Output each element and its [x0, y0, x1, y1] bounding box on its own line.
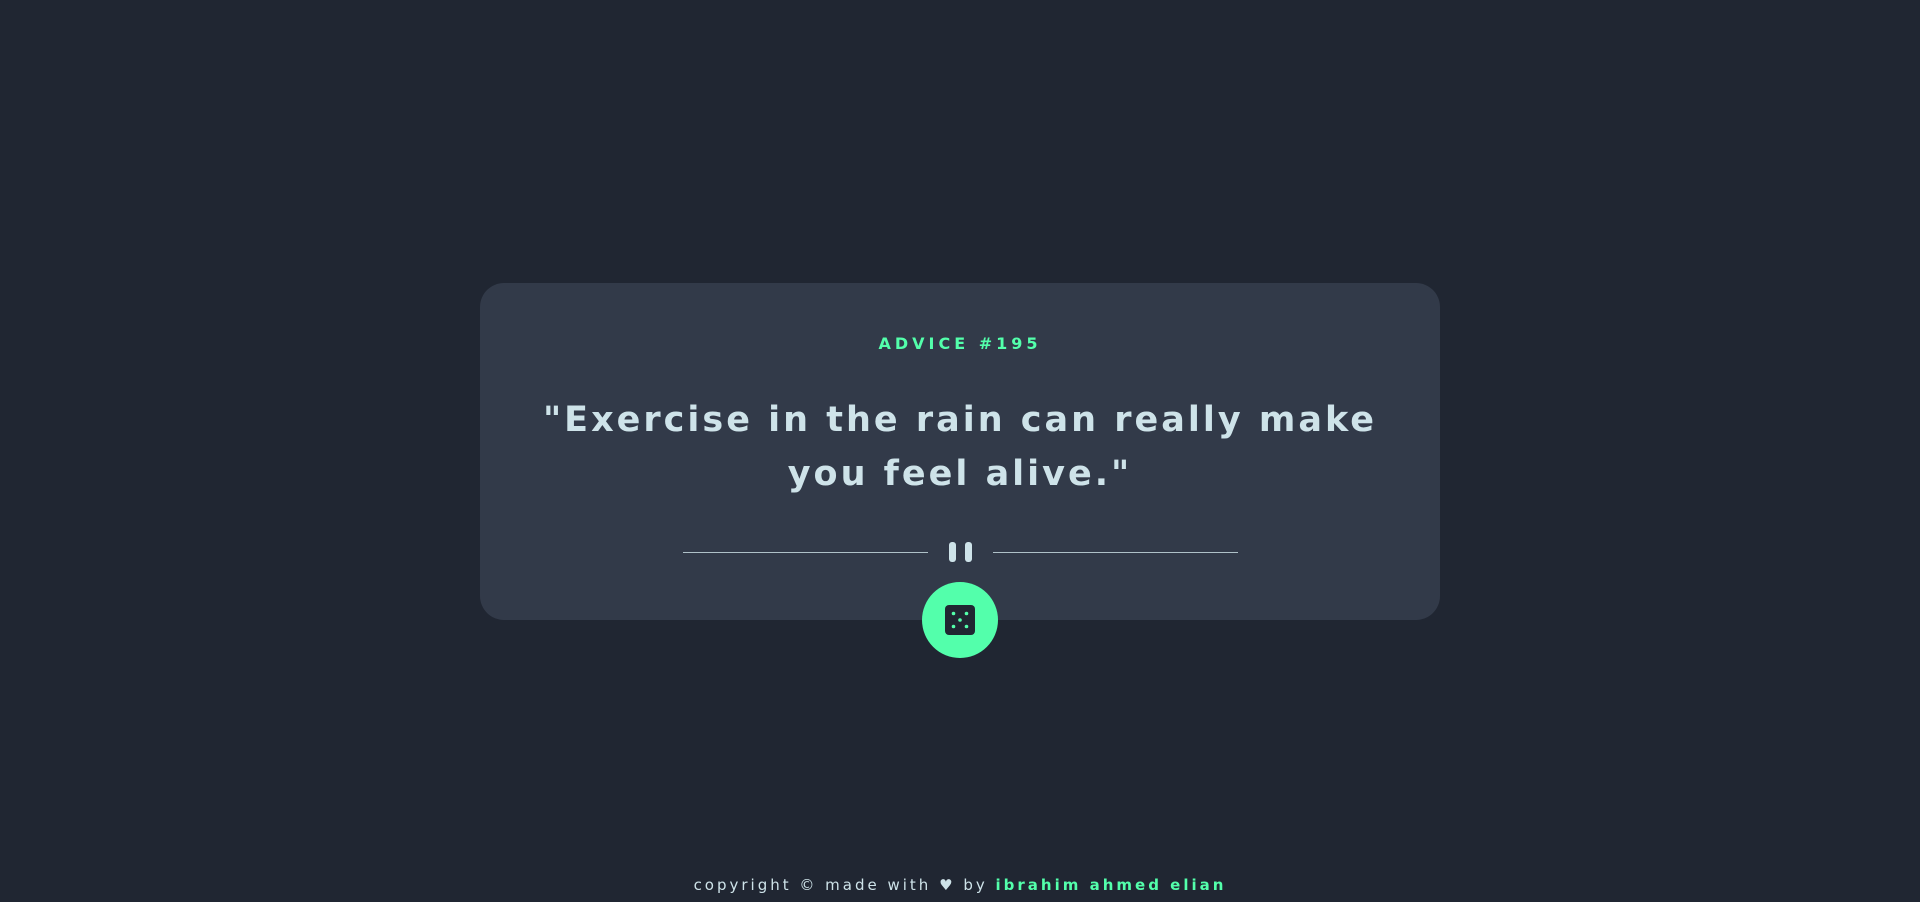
divider-line-right — [993, 552, 1238, 553]
footer-by: by — [963, 876, 988, 894]
footer: copyright © made with ♥ by ibrahim ahmed… — [0, 876, 1920, 894]
heart-icon: ♥ — [939, 876, 956, 894]
dice-icon — [945, 605, 975, 635]
divider-line-left — [683, 552, 928, 553]
page: ADVICE #195 "Exercise in the rain can re… — [0, 0, 1920, 902]
divider — [683, 540, 1238, 564]
author-link[interactable]: ibrahim ahmed elian — [996, 876, 1227, 894]
advice-card: ADVICE #195 "Exercise in the rain can re… — [480, 283, 1440, 620]
dice-button[interactable] — [922, 582, 998, 658]
advice-quote: "Exercise in the rain can really make yo… — [542, 400, 1378, 494]
footer-copyright: copyright © made with — [693, 876, 932, 894]
advice-number: ADVICE #195 — [878, 334, 1042, 353]
pause-icon — [948, 542, 974, 562]
